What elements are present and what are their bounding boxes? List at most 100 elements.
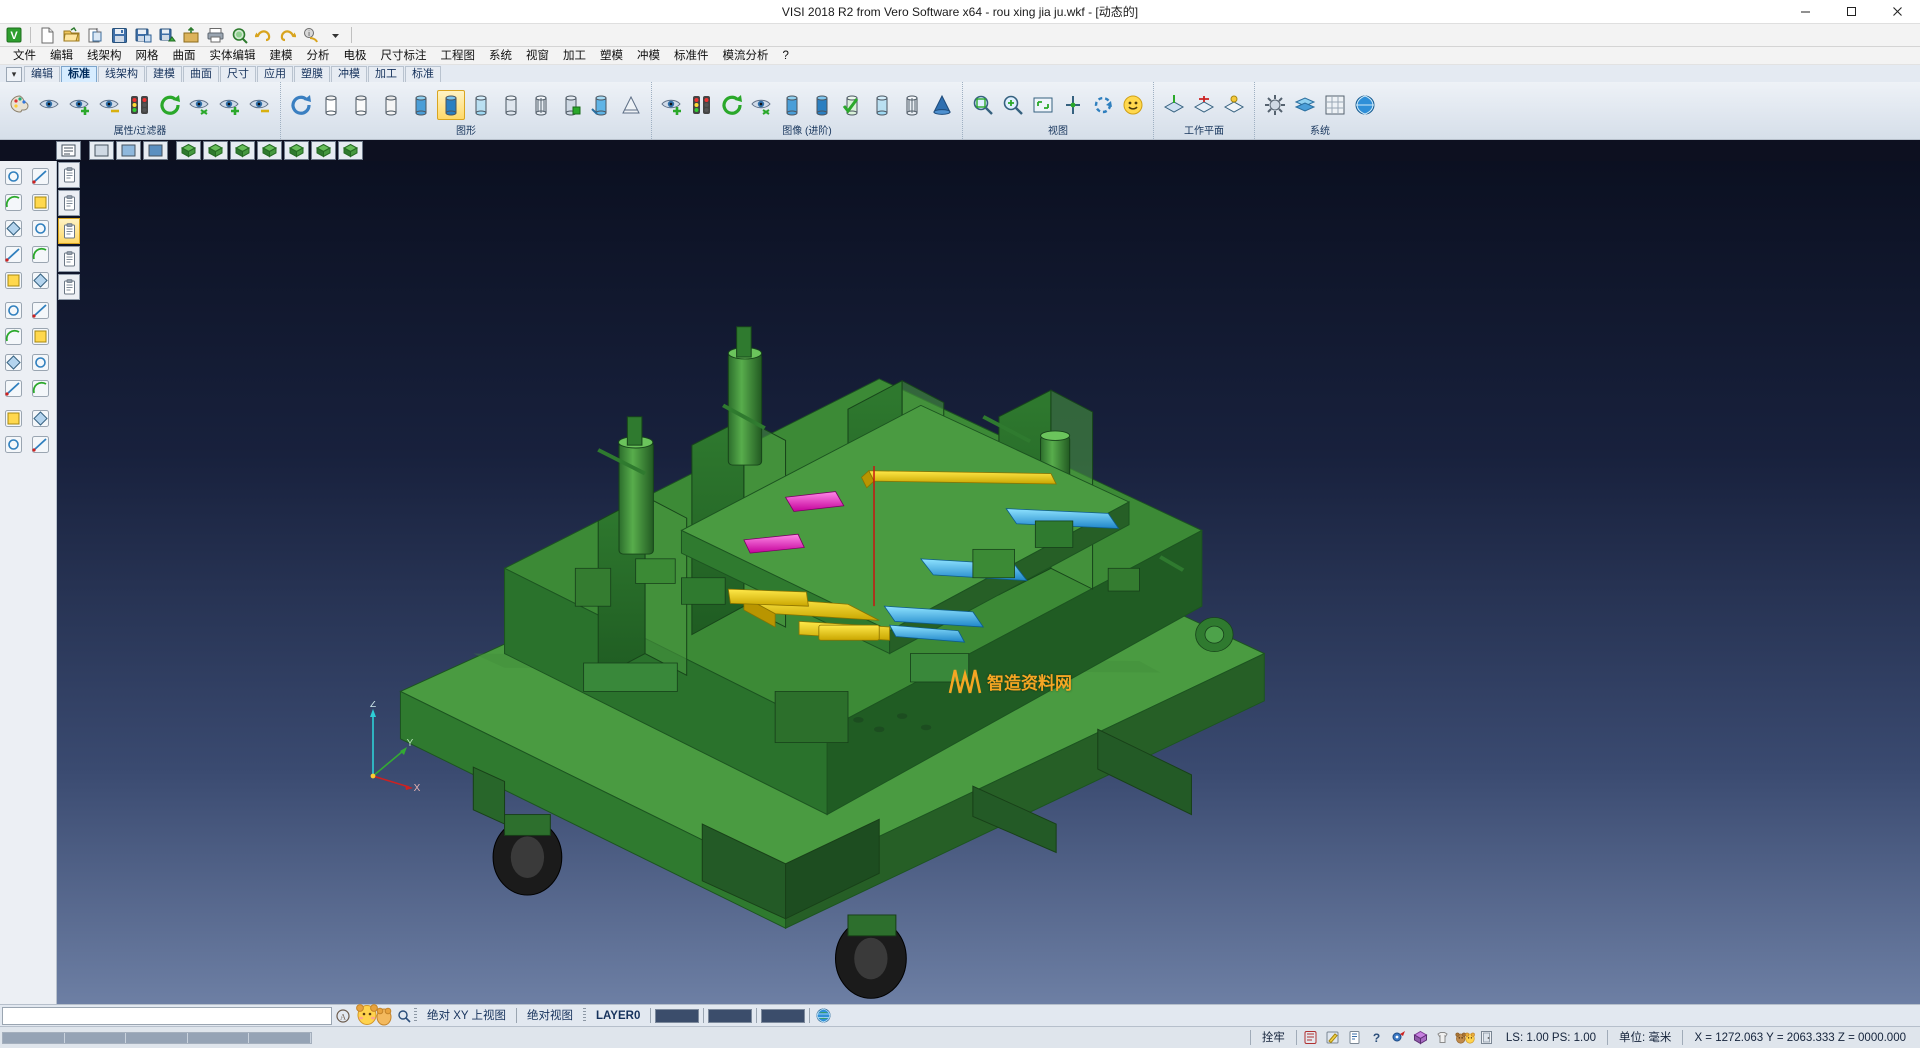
- layer-color-swatch-3[interactable]: [761, 1009, 805, 1023]
- save-as-icon[interactable]: [132, 25, 154, 46]
- ribbon-tab-2[interactable]: 线架构: [98, 66, 145, 82]
- ribbon-tab-4[interactable]: 曲面: [183, 66, 219, 82]
- cad-viewport[interactable]: Z X Y Z X: [57, 161, 1920, 1004]
- dynamic-view-icon[interactable]: [1119, 90, 1147, 120]
- target-icon[interactable]: [1389, 1028, 1409, 1047]
- close-button[interactable]: [1874, 0, 1920, 24]
- advanced-cone-icon[interactable]: [928, 90, 956, 120]
- font-icon[interactable]: A: [332, 1009, 354, 1023]
- maximize-button[interactable]: [1828, 0, 1874, 24]
- undo-icon[interactable]: [252, 25, 274, 46]
- ribbon-collapse-button[interactable]: ▾: [6, 67, 22, 82]
- new-file-icon[interactable]: [36, 25, 58, 46]
- globe-icon[interactable]: [810, 1008, 836, 1023]
- refresh-green-icon[interactable]: [156, 90, 184, 120]
- customize-dropdown-icon[interactable]: [324, 25, 346, 46]
- advanced-refresh-icon[interactable]: [718, 90, 746, 120]
- redo-icon[interactable]: [276, 25, 298, 46]
- view-iso5-icon[interactable]: [284, 141, 309, 160]
- shade-wireframe-icon[interactable]: [317, 90, 345, 120]
- shirt-icon[interactable]: [1433, 1028, 1453, 1047]
- clipboard-layers-icon[interactable]: [58, 246, 80, 272]
- shade-section-icon[interactable]: [497, 90, 525, 120]
- menu-item-2[interactable]: 线架构: [80, 47, 129, 65]
- analyze-tool-icon[interactable]: [0, 405, 27, 431]
- help-icon[interactable]: ?: [1367, 1028, 1387, 1047]
- snap-icon[interactable]: [1301, 1028, 1321, 1047]
- ribbon-tab-10[interactable]: 标准: [405, 66, 441, 82]
- advanced-cyl4-icon[interactable]: [898, 90, 926, 120]
- advanced-cyl3-icon[interactable]: [868, 90, 896, 120]
- traffic-light-filter-icon[interactable]: [126, 90, 154, 120]
- ribbon-tab-7[interactable]: 塑膜: [294, 66, 330, 82]
- zoom-all-icon[interactable]: [999, 90, 1027, 120]
- menu-item-12[interactable]: 视窗: [519, 47, 556, 65]
- advanced-check-icon[interactable]: [838, 90, 866, 120]
- units-label[interactable]: 单位: 毫米: [1611, 1028, 1679, 1048]
- system-grid-icon[interactable]: [1321, 90, 1349, 120]
- ribbon-tab-3[interactable]: 建模: [146, 66, 182, 82]
- save-copy-icon[interactable]: [156, 25, 178, 46]
- ribbon-tab-0[interactable]: 编辑: [24, 66, 60, 82]
- menu-item-15[interactable]: 冲模: [630, 47, 667, 65]
- copy-tool-icon[interactable]: [27, 349, 54, 375]
- point-tool-icon[interactable]: [0, 163, 27, 189]
- lock-label[interactable]: 拴牢: [1254, 1028, 1293, 1048]
- clipboard-copy-icon[interactable]: [58, 274, 80, 300]
- system-settings-icon[interactable]: [1261, 90, 1289, 120]
- scale-tool-icon[interactable]: [27, 323, 54, 349]
- shade-custom-icon[interactable]: [557, 90, 585, 120]
- menu-item-0[interactable]: 文件: [6, 47, 43, 65]
- zoom-fit-icon[interactable]: [1029, 90, 1057, 120]
- hide-all-icon[interactable]: [246, 90, 274, 120]
- menu-item-9[interactable]: 尺寸标注: [374, 47, 434, 65]
- measure-icon[interactable]: [1345, 1028, 1365, 1047]
- shade-transparent-icon[interactable]: [467, 90, 495, 120]
- advanced-lights-icon[interactable]: [688, 90, 716, 120]
- show-all-icon[interactable]: [216, 90, 244, 120]
- menu-item-11[interactable]: 系统: [482, 47, 519, 65]
- workplane-manage-icon[interactable]: [1220, 90, 1248, 120]
- ribbon-tab-1[interactable]: 标准: [61, 66, 97, 82]
- pen-icon[interactable]: [1323, 1028, 1343, 1047]
- rotate-tool-icon[interactable]: [0, 323, 27, 349]
- menu-item-8[interactable]: 电极: [337, 47, 374, 65]
- shade-smooth-icon[interactable]: [437, 90, 465, 120]
- surface-tool-icon[interactable]: [27, 405, 54, 431]
- minimize-button[interactable]: [1782, 0, 1828, 24]
- view-iso6-icon[interactable]: [311, 141, 336, 160]
- save-file-icon[interactable]: [108, 25, 130, 46]
- menu-item-6[interactable]: 建模: [263, 47, 300, 65]
- spline-tool-icon[interactable]: [27, 215, 54, 241]
- shade-flat-icon[interactable]: [407, 90, 435, 120]
- workplane-align-icon[interactable]: [1190, 90, 1218, 120]
- ribbon-tab-8[interactable]: 冲模: [331, 66, 367, 82]
- box-icon[interactable]: [1411, 1028, 1431, 1047]
- solid-tool-icon[interactable]: [0, 431, 27, 457]
- import-file-icon[interactable]: [84, 25, 106, 46]
- clipboard-view-icon[interactable]: [58, 162, 80, 188]
- ribbon-tab-5[interactable]: 尺寸: [220, 66, 256, 82]
- measure-tool-icon[interactable]: [27, 375, 54, 401]
- shade-edges-icon[interactable]: [527, 90, 555, 120]
- open-file-icon[interactable]: [60, 25, 82, 46]
- layer-color-swatch-2[interactable]: [708, 1009, 752, 1023]
- delete-tool-icon[interactable]: [0, 375, 27, 401]
- remove-visibility-icon[interactable]: [96, 90, 124, 120]
- clipboard-edit-icon[interactable]: [58, 190, 80, 216]
- eye-visibility-icon[interactable]: [36, 90, 64, 120]
- trim-tool-icon[interactable]: [0, 241, 27, 267]
- ribbon-tab-6[interactable]: 应用: [257, 66, 293, 82]
- view-iso2-icon[interactable]: [203, 141, 228, 160]
- menu-item-16[interactable]: 标准件: [667, 47, 716, 65]
- menu-item-18[interactable]: ?: [776, 47, 796, 65]
- shade-hidden-icon[interactable]: [347, 90, 375, 120]
- door-icon[interactable]: [1477, 1028, 1497, 1047]
- advanced-cyl1-icon[interactable]: [778, 90, 806, 120]
- layer-color-swatch-1[interactable]: [655, 1009, 699, 1023]
- zoom-window-icon[interactable]: [969, 90, 997, 120]
- toggle-visibility-icon[interactable]: [186, 90, 214, 120]
- regenerate-icon[interactable]: [287, 90, 315, 120]
- menu-item-7[interactable]: 分析: [300, 47, 337, 65]
- view-iso4-icon[interactable]: [257, 141, 282, 160]
